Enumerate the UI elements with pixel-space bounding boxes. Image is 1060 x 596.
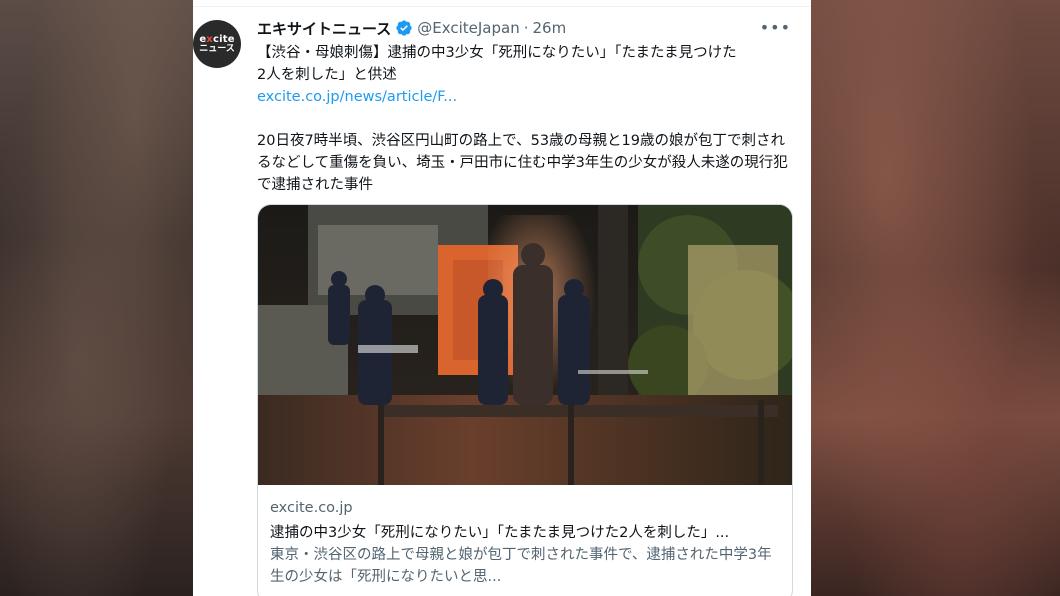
tweet-header: エキサイトニュース @ExciteJapan · 26m bbox=[257, 16, 566, 40]
handle[interactable]: @ExciteJapan bbox=[417, 19, 519, 37]
avatar-logo-subtext: ニュース bbox=[199, 43, 235, 54]
divider bbox=[193, 6, 811, 7]
article-link[interactable]: excite.co.jp/news/article/F... bbox=[257, 89, 457, 105]
display-name[interactable]: エキサイトニュース bbox=[257, 18, 391, 39]
link-preview-card[interactable]: excite.co.jp 逮捕の中3少女「死刑になりたい」「たまたま見つけた2人… bbox=[257, 204, 793, 596]
timestamp[interactable]: 26m bbox=[533, 19, 567, 37]
avatar-logo-text: excite bbox=[199, 33, 235, 45]
tweet-text-line: 2人を刺した」と供述 bbox=[257, 67, 397, 83]
separator-dot: · bbox=[523, 19, 529, 37]
tweet-text-paragraph: 20日夜7時半頃、渋谷区円山町の路上で、53歳の母親と19歳の娘が包丁で刺される… bbox=[257, 133, 788, 193]
card-title[interactable]: 逮捕の中3少女「死刑になりたい」「たまたま見つけた2人を刺した」... bbox=[270, 522, 780, 544]
verified-badge-icon bbox=[396, 20, 412, 36]
blurred-background-right bbox=[811, 0, 1060, 596]
tweet-text: 【渋谷・母娘刺傷】逮捕の中3少女「死刑になりたい」「たまたま見つけた 2人を刺し… bbox=[257, 42, 797, 196]
tweet-card[interactable]: excite ニュース エキサイトニュース @ExciteJapan · 26m… bbox=[193, 0, 811, 596]
article-photo[interactable] bbox=[258, 205, 792, 485]
tweet-text-line: 【渋谷・母娘刺傷】逮捕の中3少女「死刑になりたい」「たまたま見つけた bbox=[257, 45, 737, 61]
more-options-icon[interactable]: ••• bbox=[760, 18, 791, 37]
card-description: 東京・渋谷区の路上で母親と娘が包丁で刺された事件で、逮捕された中学3年生の少女は… bbox=[270, 547, 772, 585]
blurred-background-left bbox=[0, 0, 193, 596]
card-domain: excite.co.jp bbox=[270, 500, 353, 516]
avatar[interactable]: excite ニュース bbox=[193, 20, 241, 68]
